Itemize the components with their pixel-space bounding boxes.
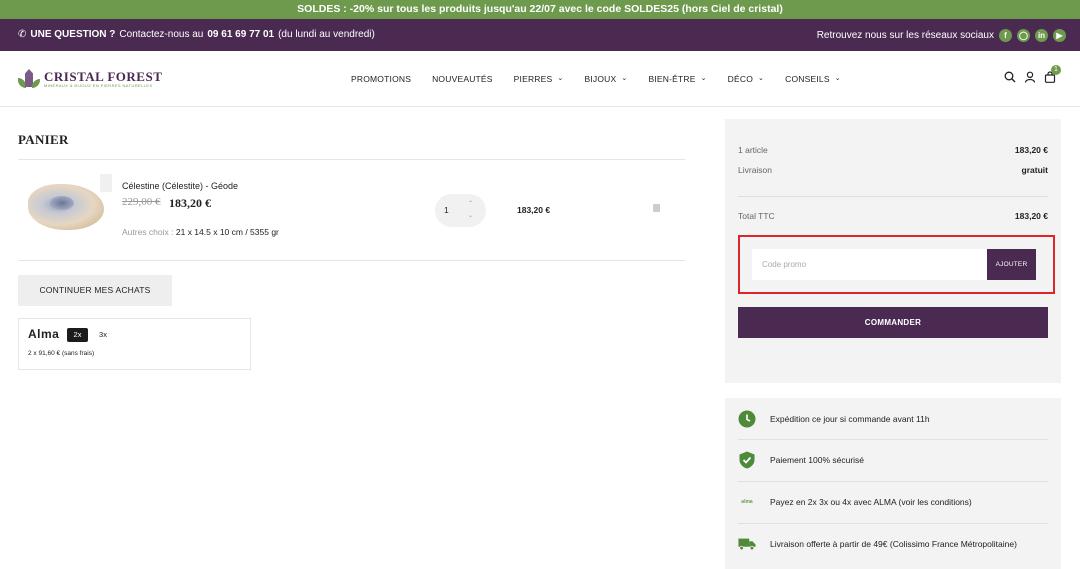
product-name[interactable]: Célestine (Célestite) - Géode xyxy=(122,181,238,191)
main-nav: PROMOTIONS NOUVEAUTÉS PIERRES ⌄ BIJOUX ⌄ B… xyxy=(351,51,862,107)
linkedin-icon[interactable]: in xyxy=(1035,28,1048,42)
nav-bien-etre[interactable]: BIEN-ÊTRE ⌄ xyxy=(648,74,706,84)
logo-tagline: MINÉRAUX & BIJOUX EN PIERRES NATURELLES xyxy=(44,82,153,88)
promo-banner: SOLDES : -20% sur tous les produits jusq… xyxy=(0,0,1080,19)
alma-logo: Alma xyxy=(28,327,60,341)
shield-check-icon xyxy=(738,451,756,469)
reassurance-payment: Paiement 100% sécurisé xyxy=(738,439,1048,481)
quantity-stepper[interactable]: 1 ⌃ ⌄ xyxy=(435,194,486,227)
reassurance-delivery: Livraison offerte à partir de 49€ (Colis… xyxy=(738,523,1048,565)
alma-installment-info: 2 x 91,60 € (sans frais) xyxy=(28,350,95,357)
logo-name: CRISTAL FOREST xyxy=(44,68,163,84)
user-icon[interactable] xyxy=(1024,71,1036,83)
summary-articles-row: 1 article 183,20 € xyxy=(738,145,1048,155)
nav-pierres[interactable]: PIERRES ⌄ xyxy=(514,74,564,84)
cart-count-badge: 1 xyxy=(1051,65,1061,75)
promo-code-input[interactable]: Code promo xyxy=(752,249,988,280)
nav-bijoux[interactable]: BIJOUX ⌄ xyxy=(584,74,627,84)
chevron-down-icon: ⌄ xyxy=(834,75,841,82)
truck-icon xyxy=(738,535,756,553)
continue-shopping-button[interactable]: CONTINUER MES ACHATS xyxy=(18,275,172,306)
promo-code-area: Code promo AJOUTER xyxy=(738,235,1055,294)
chevron-down-icon: ⌄ xyxy=(557,75,564,82)
contact-text: Contactez-nous au xyxy=(119,29,204,40)
header-icons: 1 xyxy=(1004,65,1061,83)
sale-price: 183,20 € xyxy=(169,196,211,210)
variant-info: Autres choix : 21 x 14.5 x 10 cm / 5355 … xyxy=(122,227,279,237)
reassurance-alma: alma Payez en 2x 3x ou 4x avec ALMA (voi… xyxy=(738,481,1048,523)
contact-bar: ✆ UNE QUESTION ? Contactez-nous au 09 61… xyxy=(0,19,1080,51)
reassurance-shipping: Expédition ce jour si commande avant 11h xyxy=(738,398,1048,440)
youtube-icon[interactable]: ▶ xyxy=(1053,28,1066,42)
clock-icon xyxy=(738,410,756,428)
contact-info: ✆ UNE QUESTION ? Contactez-nous au 09 61… xyxy=(18,19,375,51)
social-text: Retrouvez nous sur les réseaux sociaux xyxy=(816,29,994,41)
summary-shipping-row: Livraison gratuit xyxy=(738,165,1048,175)
cart-item-row: Célestine (Célestite) - Géode 229,00 € 1… xyxy=(18,160,685,261)
quantity-value[interactable]: 1 xyxy=(444,205,449,215)
search-icon[interactable] xyxy=(1004,71,1016,83)
alma-widget: Alma 2x 3x 2 x 91,60 € (sans frais) xyxy=(18,318,251,370)
phone-icon: ✆ xyxy=(18,29,27,40)
nav-conseils[interactable]: CONSEILS ⌄ xyxy=(785,74,841,84)
alma-icon: alma xyxy=(741,499,753,505)
add-promo-button[interactable]: AJOUTER xyxy=(987,249,1036,280)
site-header: CRISTAL FOREST MINÉRAUX & BIJOUX EN PIER… xyxy=(0,51,1080,107)
chevron-down-icon: ⌄ xyxy=(758,75,765,82)
facebook-icon[interactable]: f xyxy=(999,28,1012,42)
trash-icon[interactable] xyxy=(653,204,660,212)
cart-icon[interactable]: 1 xyxy=(1044,65,1061,83)
site-logo[interactable]: CRISTAL FOREST MINÉRAUX & BIJOUX EN PIER… xyxy=(18,68,162,90)
line-total: 183,20 € xyxy=(517,205,551,215)
phone-number[interactable]: 09 61 69 77 01 xyxy=(207,19,274,51)
alma-option-2x[interactable]: 2x xyxy=(67,328,88,342)
summary-total-row: Total TTC 183,20 € xyxy=(738,211,1048,221)
reassurance-panel: Expédition ce jour si commande avant 11h… xyxy=(725,398,1061,569)
question-label: UNE QUESTION ? xyxy=(30,29,116,40)
social-links: Retrouvez nous sur les réseaux sociaux f… xyxy=(817,19,1066,51)
chevron-up-icon[interactable]: ⌃ xyxy=(468,200,473,207)
contact-hours: (du lundi au vendredi) xyxy=(278,29,375,40)
divider xyxy=(738,196,1048,197)
nav-deco[interactable]: DÉCO ⌄ xyxy=(728,74,764,84)
order-summary: 1 article 183,20 € Livraison gratuit Tot… xyxy=(725,119,1061,383)
chevron-down-icon: ⌄ xyxy=(700,75,707,82)
nav-promotions[interactable]: PROMOTIONS xyxy=(351,74,411,84)
instagram-icon[interactable]: ◯ xyxy=(1017,28,1030,42)
chevron-down-icon[interactable]: ⌄ xyxy=(468,212,473,219)
chevron-down-icon: ⌄ xyxy=(621,75,628,82)
nav-nouveautes[interactable]: NOUVEAUTÉS xyxy=(432,74,493,84)
alma-option-3x[interactable]: 3x xyxy=(95,328,111,342)
page-title: PANIER xyxy=(18,132,69,147)
old-price: 229,00 € xyxy=(122,196,161,208)
checkout-button[interactable]: COMMANDER xyxy=(738,307,1048,338)
crystal-logo-icon xyxy=(18,68,40,90)
product-image[interactable] xyxy=(26,174,112,236)
